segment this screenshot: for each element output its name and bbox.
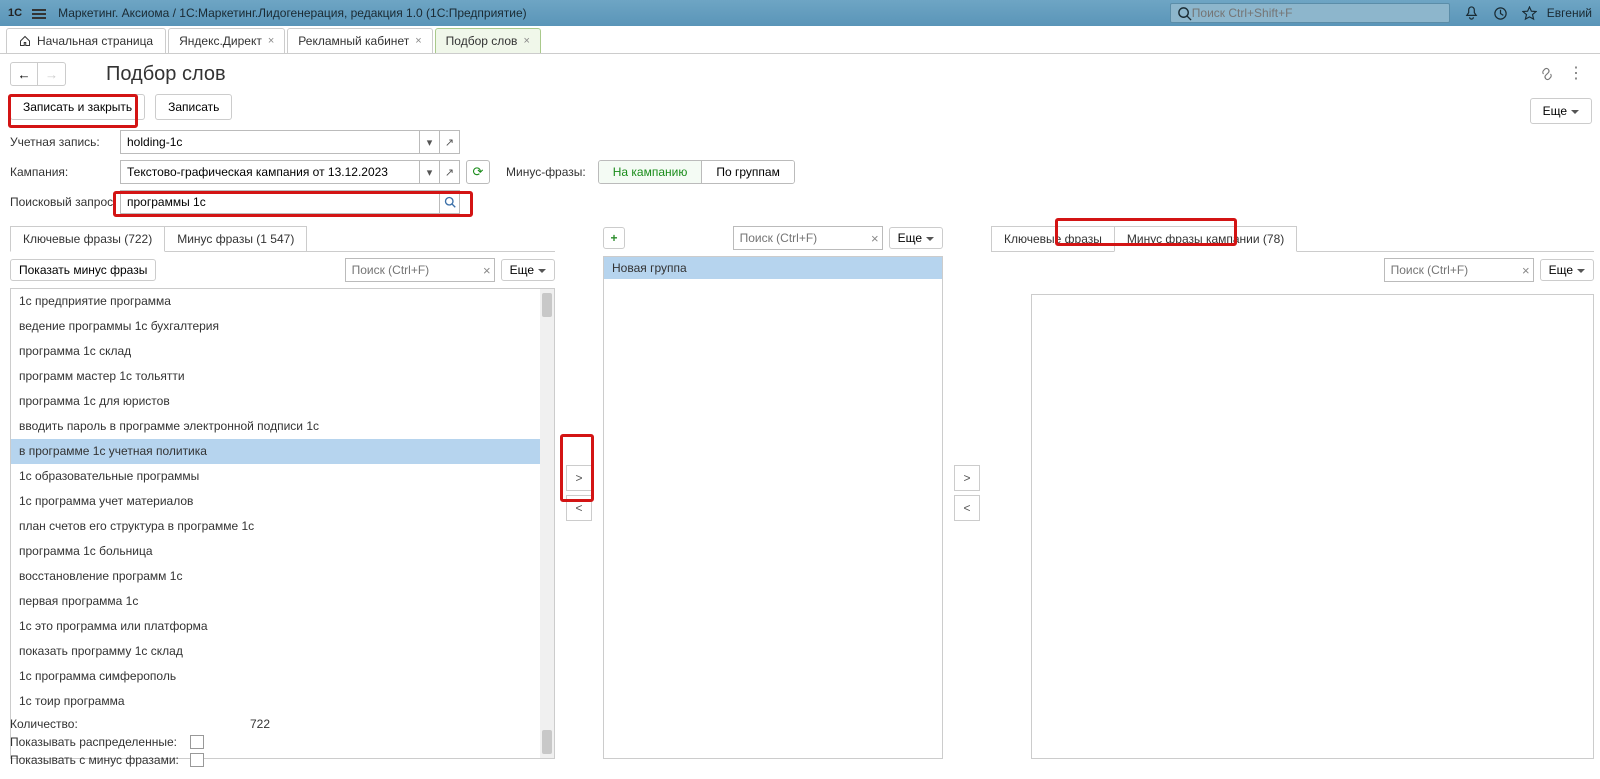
campaign-dropdown-button[interactable]: ▾ [420,160,440,184]
groups-list[interactable]: Новая группа [603,256,943,759]
account-dropdown-button[interactable]: ▾ [420,130,440,154]
show-with-minus-checkbox[interactable] [190,753,204,767]
key-phrase-row[interactable]: первая программа 1с [11,589,554,614]
close-icon[interactable]: × [268,35,274,47]
tab-home-label: Начальная страница [37,34,153,48]
count-value: 722 [250,717,270,731]
bell-icon[interactable] [1464,6,1479,21]
page-title: Подбор слов [106,63,226,86]
tab-label: Яндекс.Директ [179,34,262,48]
right-more-button[interactable]: Еще [1540,259,1594,281]
tab-home[interactable]: Начальная страница [6,28,166,53]
app-logo: 1C [8,7,22,19]
minus-phrases-campaign-list[interactable] [1031,294,1594,759]
clear-icon[interactable]: × [1522,263,1530,278]
tabs-row: Начальная страница Яндекс.Директ × Рекла… [0,26,1600,54]
show-assigned-label: Показывать распределенные: [10,735,190,749]
star-icon[interactable] [1522,6,1537,21]
key-phrase-row[interactable]: в программе 1с учетная политика [11,439,554,464]
toggle-on-campaign[interactable]: На кампанию [599,161,702,183]
key-phrase-row[interactable]: ведение программы 1с бухгалтерия [11,314,554,339]
user-name[interactable]: Евгений [1547,6,1592,20]
tab-label: Подбор слов [446,34,518,48]
toggle-by-groups[interactable]: По группам [701,161,793,183]
link-icon[interactable] [1540,67,1554,81]
left-search-input[interactable] [345,258,495,282]
titlebar: 1C Маркетинг. Аксиома / 1С:Маркетинг.Лид… [0,0,1600,26]
kebab-icon[interactable]: ⋮ [1568,67,1584,81]
move-left-button[interactable]: < [566,495,592,521]
key-phrase-row[interactable]: программа 1с для юристов [11,389,554,414]
left-more-button[interactable]: Еще [501,259,555,281]
account-label: Учетная запись: [10,135,120,149]
campaign-label: Кампания: [10,165,120,179]
nav-forward-button[interactable]: → [38,62,66,86]
tab-yandex-direct[interactable]: Яндекс.Директ × [168,28,285,53]
show-minus-phrases-button[interactable]: Показать минус фразы [10,259,156,281]
account-open-button[interactable]: ↗ [440,130,460,154]
left-tab-key-phrases[interactable]: Ключевые фразы (722) [10,226,165,252]
close-icon[interactable]: × [523,35,529,47]
campaign-input[interactable] [120,160,420,184]
key-phrase-row[interactable]: программ мастер 1с тольятти [11,364,554,389]
left-tab-minus-phrases[interactable]: Минус фразы (1 547) [164,226,307,252]
query-search-button[interactable] [440,190,460,214]
query-label: Поисковый запрос: [10,195,120,209]
right-tab-key-phrases[interactable]: Ключевые фразы [991,226,1115,252]
clear-icon[interactable]: × [483,263,491,278]
group-row[interactable]: Новая группа [604,257,942,279]
save-button[interactable]: Записать [155,94,232,120]
key-phrase-row[interactable]: вводить пароль в программе электронной п… [11,414,554,439]
key-phrase-row[interactable]: восстановление программ 1с [11,564,554,589]
close-icon[interactable]: × [415,35,421,47]
nav-back-button[interactable]: ← [10,62,38,86]
search-icon [1177,6,1192,21]
key-phrases-list[interactable]: 1с предприятие программаведение программ… [10,288,555,759]
center-search-input[interactable] [733,226,883,250]
right-search-input[interactable] [1384,258,1534,282]
key-phrase-row[interactable]: 1с образовательные программы [11,464,554,489]
account-input[interactable] [120,130,420,154]
query-input[interactable] [120,190,440,214]
key-phrase-row[interactable]: план счетов его структура в программе 1с [11,514,554,539]
key-phrase-row[interactable]: программа 1с склад [11,339,554,364]
key-phrase-row[interactable]: показать программу 1с склад [11,639,554,664]
key-phrase-row[interactable]: 1с это программа или платформа [11,614,554,639]
move-right-button-2[interactable]: > [954,465,980,491]
move-right-button[interactable]: > [566,465,592,491]
key-phrase-row[interactable]: 1с предприятие программа [11,289,554,314]
tab-ad-cabinet[interactable]: Рекламный кабинет × [287,28,432,53]
key-phrase-row[interactable]: 1с программа симферополь [11,664,554,689]
clear-icon[interactable]: × [871,231,879,246]
right-tab-minus-campaign[interactable]: Минус фразы кампании (78) [1114,226,1297,252]
campaign-open-button[interactable]: ↗ [440,160,460,184]
refresh-button[interactable]: ⟳ [466,160,490,184]
tab-label: Рекламный кабинет [298,34,409,48]
center-more-button[interactable]: Еще [889,227,943,249]
app-title: Маркетинг. Аксиома / 1С:Маркетинг.Лидоге… [58,6,1170,20]
show-assigned-checkbox[interactable] [190,735,204,749]
more-button-top[interactable]: Еще [1530,98,1592,124]
move-left-button-2[interactable]: < [954,495,980,521]
show-with-minus-label: Показывать с минус фразами: [10,753,190,767]
tab-word-selection[interactable]: Подбор слов × [435,28,541,53]
burger-icon[interactable] [32,7,46,19]
key-phrase-row[interactable]: программа 1с больница [11,539,554,564]
home-icon [19,35,31,47]
history-icon[interactable] [1493,6,1508,21]
count-label: Количество: [10,717,190,731]
add-group-button[interactable]: + [603,227,625,249]
key-phrase-row[interactable]: 1с программа учет материалов [11,489,554,514]
global-search-input[interactable] [1192,6,1443,20]
minus-phrases-label: Минус-фразы: [506,165,586,179]
save-close-button[interactable]: Записать и закрыть [10,94,145,120]
